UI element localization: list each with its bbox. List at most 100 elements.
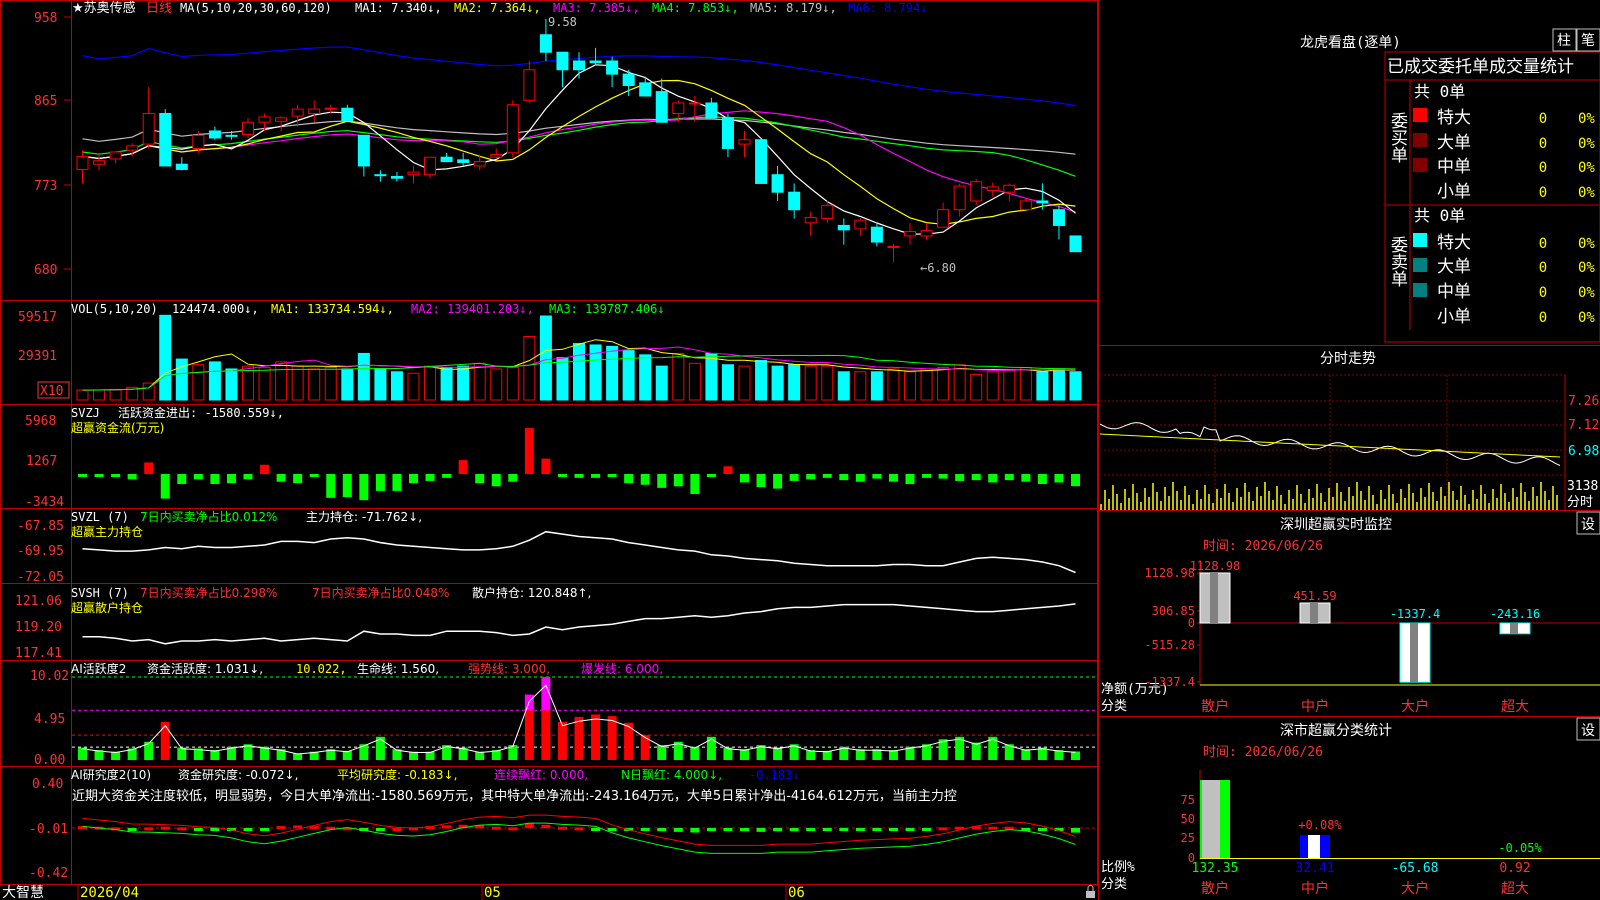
sc-bar-label: -0.05% xyxy=(1498,841,1542,855)
research-bar xyxy=(988,826,998,830)
volume-bar xyxy=(275,361,288,401)
volume-bar xyxy=(291,365,304,401)
sc-xlabel: 分类 xyxy=(1101,877,1127,892)
sc-value-label: -65.68 xyxy=(1392,861,1439,876)
fund-flow-bar xyxy=(458,460,468,474)
intraday-unit: 分时 xyxy=(1567,495,1593,510)
fund-flow-bar xyxy=(624,474,634,484)
sz-axis-tick: 0 xyxy=(1188,616,1195,630)
column-view-label: 柱 xyxy=(1557,33,1571,49)
stat-title: 已成交委托单成交量统计 xyxy=(1387,57,1574,77)
research-bar xyxy=(607,828,617,831)
ai-active-label1: 资金活跃度: 1.031↓, xyxy=(147,661,263,676)
fund-flow-bar xyxy=(260,464,270,474)
svzl-subtitle: 超赢主力持仓 xyxy=(71,524,143,539)
candle-body xyxy=(788,191,801,211)
fund-flow-bar xyxy=(226,474,236,484)
sz-category-label: 散户 xyxy=(1201,698,1229,715)
sz-value-label: 1128.98 xyxy=(1190,559,1241,573)
vol-unit: X10 xyxy=(40,384,63,399)
fund-flow-bar xyxy=(723,466,733,474)
volume-bar xyxy=(837,371,850,401)
fund-flow-bar xyxy=(508,474,518,482)
research-bar xyxy=(210,828,220,831)
svzl-axis-tick: -69.95 xyxy=(17,544,64,559)
sell-row-count: 0 xyxy=(1539,285,1547,301)
volume-bar xyxy=(556,357,569,401)
fund-flow-bar xyxy=(1021,474,1031,482)
fund-flow-bar xyxy=(1004,474,1014,481)
fund-flow-bar xyxy=(78,474,87,477)
sz-time: 时间: 2026/06/26 xyxy=(1203,539,1323,554)
fund-flow-bar xyxy=(756,474,766,488)
high-price-mark: 9.58 xyxy=(548,15,577,29)
fund-flow-bar xyxy=(938,474,948,479)
svsh-axis-tick: 121.06 xyxy=(15,594,62,609)
sell-row-pct: 0% xyxy=(1578,310,1595,326)
candle-body xyxy=(622,73,635,86)
candle-body xyxy=(970,181,983,202)
active-bar xyxy=(574,716,584,760)
sell-row-label: 小单 xyxy=(1437,307,1471,327)
research-bar xyxy=(193,828,203,831)
volume-bar xyxy=(506,367,519,401)
sc-ylabel: 比例% xyxy=(1101,860,1135,875)
buy-row-count: 0 xyxy=(1539,185,1547,201)
fund-flow-bar xyxy=(740,474,749,483)
ai-research-axis-tick: -0.42 xyxy=(29,866,68,881)
fund-flow-bar xyxy=(673,474,683,487)
research-bar xyxy=(442,825,452,829)
candle-body xyxy=(870,226,883,243)
sz-axis-tick: -515.28 xyxy=(1144,638,1195,652)
research-bar xyxy=(706,828,716,832)
research-bar xyxy=(260,828,270,831)
candle-body xyxy=(639,82,652,97)
volume-bar xyxy=(341,368,354,401)
sell-total: 共 0单 xyxy=(1414,206,1465,225)
date-tick: 2026/04 xyxy=(80,885,139,900)
candle-body xyxy=(457,159,470,163)
ai-research-axis-tick: -0.01 xyxy=(29,822,68,837)
fund-flow-bar xyxy=(888,474,898,482)
vol-ma3: MA3: 139787.406↓ xyxy=(549,302,665,316)
ma-params: MA(5,10,20,30,60,120) xyxy=(180,1,332,15)
research-bar xyxy=(673,828,683,832)
active-bar xyxy=(773,747,783,760)
fund-flow-bar xyxy=(160,474,170,499)
volume-bar xyxy=(457,365,470,401)
ai-active-axis-tick: 0.00 xyxy=(34,753,65,768)
research-bar xyxy=(740,828,749,832)
fund-flow-bar xyxy=(657,474,667,488)
svsh-title: SVSH (7) xyxy=(71,586,129,600)
ai-research-label5: -0.183↓ xyxy=(749,768,800,782)
svzl-label1: 7日内买卖净占比0.012% xyxy=(140,509,277,524)
price-tick: 680 xyxy=(34,263,57,278)
buy-row-label: 大单 xyxy=(1437,133,1471,153)
research-bar xyxy=(491,826,501,830)
candle-body xyxy=(1036,200,1049,204)
candle-body xyxy=(589,60,602,64)
vol-ma2: MA2: 139401.203↓, xyxy=(411,302,534,316)
svsh-subtitle: 超赢散户持仓 xyxy=(71,600,143,615)
lock-icon[interactable] xyxy=(1086,885,1095,899)
active-bar xyxy=(657,745,667,760)
intraday-axis-tick: 6.98 xyxy=(1568,444,1599,459)
volume-bar xyxy=(788,364,801,401)
ma4-label: MA4: 7.853↓, xyxy=(652,1,739,15)
volume-bar xyxy=(953,364,966,401)
research-bar xyxy=(640,828,650,831)
candle-body xyxy=(920,230,933,237)
research-bar xyxy=(160,826,170,830)
svsh-label2: 7日内买卖净占比0.048% xyxy=(312,585,449,600)
sz-category-label: 超大 xyxy=(1501,699,1529,715)
volume-bar xyxy=(606,345,619,401)
sc-value-label: 0.92 xyxy=(1499,861,1530,876)
sc-stats-chart: 7550250132.35散户32.41中户-65.68大户0.92超大+0.0… xyxy=(1181,770,1600,897)
fund-flow-bar xyxy=(1037,474,1047,484)
volume-bar xyxy=(986,371,999,401)
fund-flow-bar xyxy=(955,474,965,481)
price-tick: 773 xyxy=(34,179,57,194)
candle-body xyxy=(126,145,139,151)
candle-body xyxy=(837,224,850,231)
candle-body xyxy=(986,186,999,191)
